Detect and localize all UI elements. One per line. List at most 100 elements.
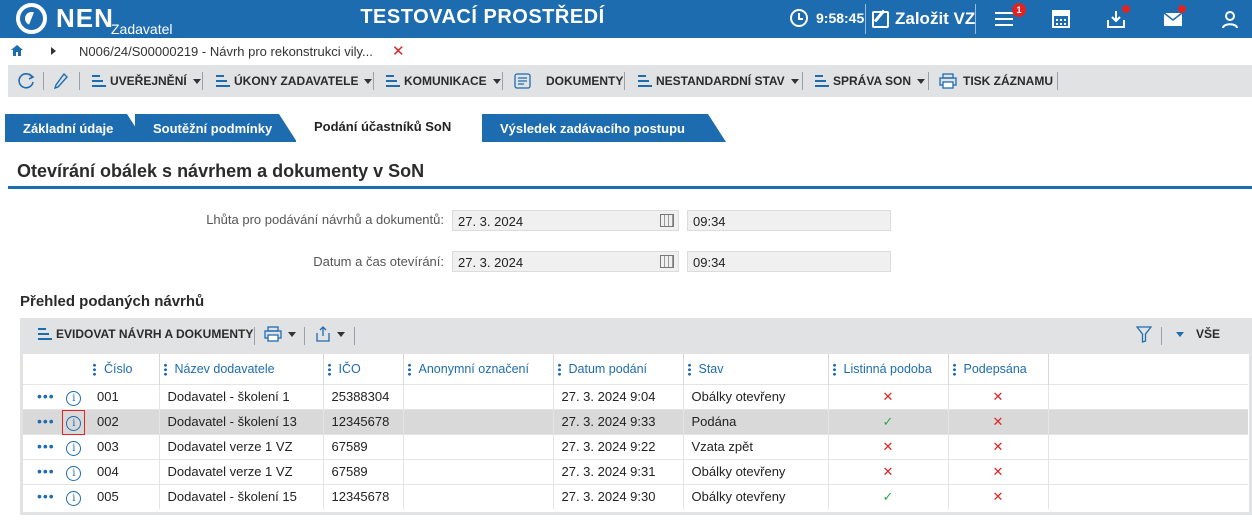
- deadline-label: Lhůta pro podávání návrhů a dokumentů:: [206, 212, 444, 227]
- tab-basic-info[interactable]: Základní údaje: [5, 114, 145, 142]
- chevron-right-icon: [51, 47, 56, 55]
- info-button[interactable]: i: [66, 389, 82, 406]
- chevron-down-icon: [288, 331, 296, 337]
- column-menu-icon[interactable]: [832, 362, 836, 376]
- print-menu[interactable]: [264, 318, 296, 350]
- column-menu-icon[interactable]: [952, 362, 956, 376]
- more-actions-icon[interactable]: •••: [37, 388, 55, 404]
- action-toolbar: UVEŘEJNĚNÍ ÚKONY ZADAVATELE KOMUNIKACE D…: [8, 65, 1252, 97]
- cross-icon: ✕: [882, 463, 894, 479]
- tab-participant-submissions[interactable]: Podání účastníků SoN: [296, 110, 496, 142]
- table-row[interactable]: ••• i 005 Dodavatel - školení 15 12345678 27…: [23, 483, 1248, 509]
- home-icon[interactable]: [11, 45, 23, 56]
- info-button[interactable]: i: [62, 409, 86, 433]
- column-menu-icon[interactable]: [687, 362, 691, 376]
- submissions-list-title: Přehled podaných návrhů: [20, 293, 205, 310]
- divider: [1057, 72, 1058, 90]
- cell-supplier: Dodavatel verze 1 VZ: [159, 458, 324, 484]
- refresh-icon: [18, 73, 35, 89]
- notification-badge: 1: [1012, 3, 1026, 17]
- column-number[interactable]: Číslo: [89, 354, 160, 384]
- close-icon[interactable]: ✕: [392, 42, 405, 60]
- column-supplier[interactable]: Název dodavatele: [159, 354, 324, 384]
- cell-number: 002: [89, 408, 160, 434]
- logo-subtitle: Zadavatel: [111, 21, 173, 37]
- deadline-date-field[interactable]: 27. 3. 2024: [452, 210, 679, 231]
- cell-supplier: Dodavatel verze 1 VZ: [159, 433, 324, 459]
- edit-button[interactable]: [54, 65, 68, 97]
- column-ico[interactable]: IČO: [323, 354, 404, 384]
- column-status[interactable]: Stav: [683, 354, 829, 384]
- chevron-down-icon: [1176, 331, 1184, 337]
- cell-status: Obálky otevřeny: [683, 383, 829, 409]
- cell-status: Obálky otevřeny: [683, 483, 829, 509]
- more-actions-icon[interactable]: •••: [37, 463, 55, 479]
- chevron-down-icon: [917, 78, 926, 84]
- tab-procedure-result[interactable]: Výsledek zadávacího postupu: [482, 114, 726, 142]
- communication-menu[interactable]: KOMUNIKACE: [386, 65, 501, 97]
- filter-button[interactable]: [1136, 318, 1152, 350]
- column-menu-icon[interactable]: [93, 362, 96, 376]
- table-row[interactable]: ••• i 001 Dodavatel - školení 1 25388304 27.…: [23, 383, 1248, 409]
- column-label: Datum podání: [568, 361, 648, 376]
- table-row[interactable]: ••• i 002 Dodavatel - školení 13 12345678 27…: [23, 408, 1248, 434]
- breadcrumb-current[interactable]: N006/24/S00000219 - Návrh pro rekonstruk…: [79, 44, 373, 59]
- column-label: IČO: [338, 361, 361, 376]
- column-anonymous[interactable]: Anonymní označení: [403, 354, 554, 384]
- info-button[interactable]: i: [66, 489, 82, 506]
- calendar-icon[interactable]: [660, 214, 674, 227]
- table-row[interactable]: ••• i 003 Dodavatel verze 1 VZ 67589 27. 3. …: [23, 433, 1248, 459]
- create-contract-button[interactable]: Založit VZ: [872, 5, 975, 33]
- print-record-button[interactable]: TISK ZÁZNAMU: [939, 65, 1053, 97]
- documents-button[interactable]: DOKUMENTY: [514, 65, 623, 97]
- column-label: Stav: [698, 361, 724, 376]
- tab-competition-conditions[interactable]: Soutěžní podmínky: [135, 114, 297, 142]
- info-button[interactable]: i: [66, 464, 82, 481]
- record-submission-button[interactable]: EVIDOVAT NÁVRH A DOKUMENTY: [38, 318, 253, 350]
- refresh-button[interactable]: [18, 65, 36, 97]
- info-icon: i: [66, 415, 82, 431]
- table-row[interactable]: ••• i 004 Dodavatel verze 1 VZ 67589 27. 3. …: [23, 458, 1248, 484]
- info-button[interactable]: i: [66, 439, 82, 456]
- column-paper[interactable]: Listinná podoba: [828, 354, 949, 384]
- deadline-time-value: 09:34: [693, 214, 726, 229]
- cell-number: 005: [89, 483, 160, 509]
- nen-logo-icon[interactable]: [16, 3, 47, 34]
- calculator-icon[interactable]: [1050, 8, 1072, 30]
- publish-menu[interactable]: UVEŘEJNĚNÍ: [92, 65, 201, 97]
- session-time: 9:58:45: [816, 10, 865, 26]
- cell-submitted: 27. 3. 2024 9:22: [553, 433, 684, 459]
- row-actions-cell: ••• i: [23, 433, 89, 459]
- more-actions-icon[interactable]: •••: [37, 413, 55, 429]
- cross-icon: ✕: [882, 438, 894, 454]
- export-menu[interactable]: [315, 318, 345, 350]
- user-icon[interactable]: [1219, 8, 1241, 30]
- actions-menu[interactable]: ÚKONY ZADAVATELE: [216, 65, 373, 97]
- column-actions: [23, 354, 89, 384]
- logo-text: NEN: [56, 3, 114, 33]
- opening-date-field[interactable]: 27. 3. 2024: [452, 251, 679, 272]
- column-menu-icon[interactable]: [407, 362, 411, 376]
- more-actions-icon[interactable]: •••: [37, 438, 55, 454]
- son-admin-menu[interactable]: SPRÁVA SON: [815, 65, 926, 97]
- nonstandard-menu[interactable]: NESTANDARDNÍ STAV: [638, 65, 799, 97]
- filter-all-dropdown[interactable]: VŠE: [1176, 318, 1220, 350]
- column-submitted[interactable]: Datum podání: [553, 354, 684, 384]
- opening-time-value: 09:34: [693, 255, 726, 270]
- cell-filler: [1048, 433, 1248, 459]
- grid-toolbar: EVIDOVAT NÁVRH A DOKUMENTY VŠE: [20, 318, 1252, 354]
- cell-submitted: 27. 3. 2024 9:31: [553, 458, 684, 484]
- opening-time-field[interactable]: 09:34: [687, 251, 891, 272]
- column-signed[interactable]: Podepsána: [948, 354, 1049, 384]
- environment-title: TESTOVACÍ PROSTŘEDÍ: [360, 6, 605, 28]
- divider: [354, 327, 355, 345]
- more-actions-icon[interactable]: •••: [37, 488, 55, 504]
- cell-anonymous: [403, 433, 554, 459]
- calendar-icon[interactable]: [660, 255, 674, 268]
- column-menu-icon[interactable]: [327, 362, 331, 376]
- info-icon: i: [66, 490, 82, 506]
- deadline-time-field[interactable]: 09:34: [687, 210, 891, 231]
- column-menu-icon[interactable]: [163, 362, 167, 376]
- print-record-label: TISK ZÁZNAMU: [963, 74, 1053, 88]
- column-menu-icon[interactable]: [557, 362, 561, 376]
